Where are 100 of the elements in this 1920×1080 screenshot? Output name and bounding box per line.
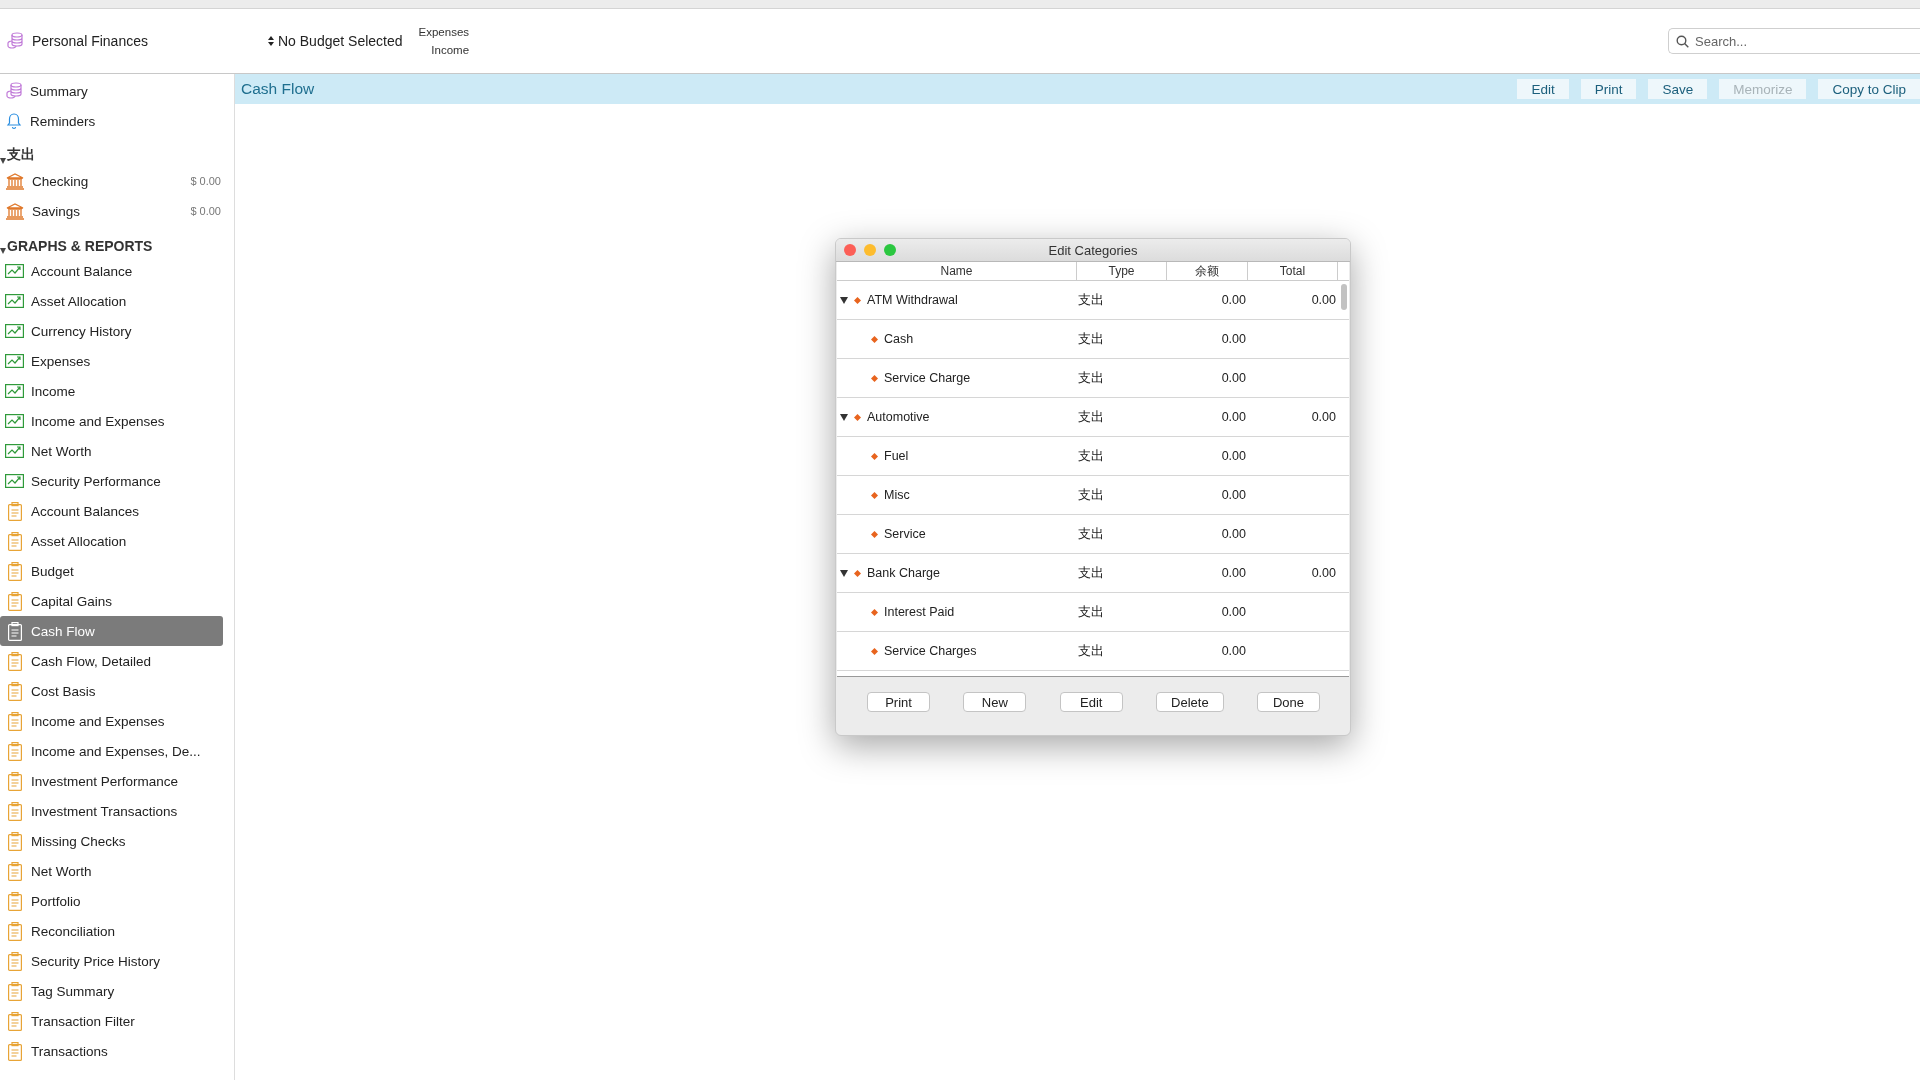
sidebar-item[interactable]: Security Performance	[0, 466, 223, 496]
line-chart-icon	[5, 324, 24, 338]
category-name[interactable]: Interest Paid	[884, 605, 955, 619]
dialog-button[interactable]: Delete	[1156, 692, 1224, 712]
sidebar-item[interactable]: Budget	[0, 556, 223, 586]
category-balance: 0.00	[1220, 488, 1247, 502]
sidebar-item[interactable]: Missing Checks	[0, 826, 223, 856]
line-chart-icon	[5, 414, 24, 428]
category-balance: 0.00	[1220, 332, 1247, 346]
app-name: Personal Finances	[32, 33, 149, 49]
sidebar-item[interactable]: Capital Gains	[0, 586, 223, 616]
disclosure-triangle-icon[interactable]	[840, 569, 848, 577]
line-chart-icon	[5, 354, 24, 368]
category-name[interactable]: Fuel	[884, 449, 909, 463]
sidebar-item[interactable]: Security Price History	[0, 946, 223, 976]
dialog-button[interactable]: Print	[867, 692, 930, 712]
dialog-title: Edit Categories	[1048, 242, 1138, 258]
category-total: 0.00	[1310, 410, 1337, 424]
category-balance: 0.00	[1220, 410, 1247, 424]
diamond-icon	[871, 647, 878, 655]
sidebar-item[interactable]: Checking $ 0.00	[0, 166, 223, 196]
sidebar-item[interactable]: Summary	[0, 76, 223, 106]
sidebar-item[interactable]: Income and Expenses, De...	[0, 736, 223, 766]
toolbar-button[interactable]: Save	[1648, 79, 1708, 99]
sidebar-item[interactable]: Cash Flow, Detailed	[0, 646, 223, 676]
disclosure-triangle-icon[interactable]	[0, 248, 6, 254]
diamond-icon	[871, 374, 878, 382]
dialog-button[interactable]: Edit	[1059, 692, 1123, 712]
sidebar-item[interactable]: Reminders	[0, 106, 223, 136]
toolbar-button[interactable]: Print	[1580, 79, 1637, 99]
column-header[interactable]: Total	[1248, 262, 1338, 280]
sidebar-item[interactable]: Transaction Filter	[0, 1006, 223, 1036]
toolbar-button[interactable]: Edit	[1517, 79, 1569, 99]
category-name[interactable]: Cash	[884, 332, 914, 346]
category-name[interactable]: Service Charge	[884, 371, 971, 385]
budget-selector[interactable]: No Budget Selected	[268, 33, 403, 49]
sidebar-item[interactable]: Tag Summary	[0, 976, 223, 1006]
dialog-button[interactable]: New	[963, 692, 1027, 712]
clipboard-icon	[7, 681, 22, 701]
sidebar-item[interactable]: Reconciliation	[0, 916, 223, 946]
column-header[interactable]: 余额	[1167, 262, 1248, 280]
sidebar-item[interactable]: Cost Basis	[0, 676, 223, 706]
diamond-icon	[871, 491, 878, 499]
sidebar-item[interactable]: Investment Performance	[0, 766, 223, 796]
category-type: 支出	[1077, 486, 1105, 504]
category-name[interactable]: Misc	[884, 488, 910, 502]
category-type: 支出	[1077, 603, 1105, 621]
sidebar-item[interactable]: Account Balance	[0, 256, 223, 286]
mode-option[interactable]: Income	[431, 44, 470, 56]
sidebar-item[interactable]: Portfolio	[0, 886, 223, 916]
toolbar-button[interactable]: Copy to Clip	[1818, 79, 1920, 99]
dialog-button[interactable]: Done	[1256, 692, 1320, 712]
category-type: 支出	[1077, 447, 1105, 465]
category-name[interactable]: Service	[884, 527, 926, 541]
account-balance: $ 0.00	[190, 205, 221, 217]
category-type: 支出	[1077, 525, 1105, 543]
sidebar-item[interactable]: Net Worth	[0, 856, 223, 886]
mode-option[interactable]: Expenses	[418, 26, 470, 38]
diamond-icon	[854, 413, 861, 421]
sidebar-item[interactable]: Net Worth	[0, 436, 223, 466]
clipboard-icon	[7, 981, 22, 1001]
sidebar-item[interactable]: Income	[0, 376, 223, 406]
bank-icon	[5, 172, 25, 190]
category-balance: 0.00	[1220, 449, 1247, 463]
clipboard-icon	[7, 621, 22, 641]
disclosure-triangle-icon[interactable]	[840, 296, 848, 304]
column-header[interactable]: Type	[1077, 262, 1167, 280]
category-type: 支出	[1077, 291, 1105, 309]
scrollbar[interactable]	[1341, 284, 1347, 310]
clipboard-icon	[7, 831, 22, 851]
category-type: 支出	[1077, 330, 1105, 348]
clipboard-icon	[7, 711, 22, 731]
sidebar-item[interactable]: Account Balances	[0, 496, 223, 526]
sidebar-item[interactable]: Cash Flow	[0, 616, 223, 646]
sidebar-item[interactable]: Investment Transactions	[0, 796, 223, 826]
coin-stack-icon	[6, 32, 24, 50]
category-name[interactable]: ATM Withdrawal	[867, 293, 958, 307]
sidebar-item[interactable]: Income and Expenses	[0, 706, 223, 736]
sidebar-item[interactable]: Asset Allocation	[0, 286, 223, 316]
line-chart-icon	[5, 264, 24, 278]
category-name[interactable]: Service Charges	[884, 644, 977, 658]
sidebar-item[interactable]: Currency History	[0, 316, 223, 346]
clipboard-icon	[7, 801, 22, 821]
category-name[interactable]: Automotive	[867, 410, 930, 424]
search-field[interactable]: Search...	[1668, 28, 1920, 54]
sidebar-item[interactable]: Savings $ 0.00	[0, 196, 223, 226]
line-chart-icon	[5, 384, 24, 398]
disclosure-triangle-icon[interactable]	[840, 413, 848, 421]
disclosure-triangle-icon[interactable]	[0, 158, 6, 164]
category-type: 支出	[1077, 642, 1105, 660]
sidebar-item[interactable]: Expenses	[0, 346, 223, 376]
clipboard-icon	[7, 861, 22, 881]
sidebar-item[interactable]: Income and Expenses	[0, 406, 223, 436]
category-balance: 0.00	[1220, 527, 1247, 541]
sidebar-item[interactable]: Transactions	[0, 1036, 223, 1066]
sidebar-item[interactable]: Asset Allocation	[0, 526, 223, 556]
category-type: 支出	[1077, 408, 1105, 426]
column-header[interactable]: Name	[837, 262, 1077, 280]
diamond-icon	[871, 335, 878, 343]
category-name[interactable]: Bank Charge	[867, 566, 940, 580]
